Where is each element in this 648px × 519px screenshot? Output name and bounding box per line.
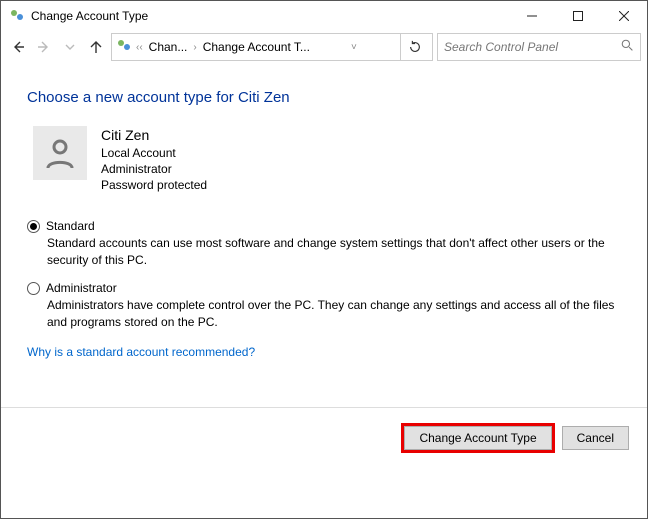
option-administrator[interactable]: Administrator Administrators have comple… [27,281,621,331]
breadcrumb-seg-1[interactable]: Chan... [147,40,190,54]
account-summary: Citi Zen Local Account Administrator Pas… [27,126,621,193]
search-input[interactable]: Search Control Panel [437,33,641,61]
forward-button[interactable] [33,36,55,58]
account-type-line: Local Account [101,145,207,161]
chevron-right-icon: › [191,42,198,53]
recent-dropdown[interactable] [59,36,81,58]
account-info: Citi Zen Local Account Administrator Pas… [101,126,207,193]
option-administrator-label: Administrator [46,281,117,295]
option-administrator-desc: Administrators have complete control ove… [47,297,621,331]
search-placeholder: Search Control Panel [444,40,621,54]
help-link[interactable]: Why is a standard account recommended? [27,345,621,359]
chevron-left-icon: ‹‹ [134,42,145,53]
breadcrumb-seg-2[interactable]: Change Account T... [201,40,312,54]
content-area: Choose a new account type for Citi Zen C… [1,67,647,367]
page-title: Choose a new account type for Citi Zen [27,89,621,106]
up-button[interactable] [85,36,107,58]
breadcrumb-dropdown-icon[interactable]: ˅ [349,42,363,53]
breadcrumb-icon [116,38,132,57]
nav-bar: ‹‹ Chan... › Change Account T... ˅ Searc… [1,31,647,67]
account-type-options: Standard Standard accounts can use most … [27,219,621,330]
account-password-line: Password protected [101,177,207,193]
close-button[interactable] [601,1,647,31]
cancel-button[interactable]: Cancel [562,426,629,450]
option-standard-desc: Standard accounts can use most software … [47,235,621,269]
footer: Change Account Type Cancel [1,408,647,462]
back-button[interactable] [7,36,29,58]
breadcrumb[interactable]: ‹‹ Chan... › Change Account T... ˅ [111,33,433,61]
minimize-button[interactable] [509,1,555,31]
search-icon [621,39,634,55]
avatar [33,126,87,180]
change-account-type-button[interactable]: Change Account Type [404,426,551,450]
radio-administrator[interactable] [27,282,40,295]
account-name: Citi Zen [101,126,207,145]
maximize-button[interactable] [555,1,601,31]
option-standard[interactable]: Standard Standard accounts can use most … [27,219,621,269]
option-standard-label: Standard [46,219,95,233]
window-title: Change Account Type [31,9,509,23]
account-role-line: Administrator [101,161,207,177]
app-icon [9,8,25,24]
radio-standard[interactable] [27,220,40,233]
title-bar: Change Account Type [1,1,647,31]
refresh-button[interactable] [400,33,428,61]
